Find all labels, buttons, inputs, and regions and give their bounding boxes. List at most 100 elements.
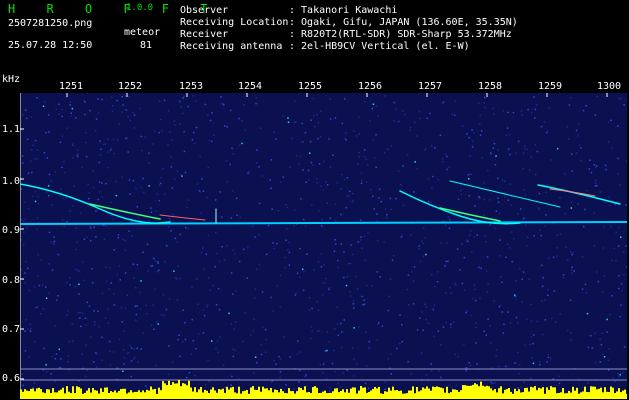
noise-speckle	[476, 363, 478, 365]
noise-speckle	[150, 265, 152, 267]
noise-speckle	[60, 188, 62, 190]
noise-speckle	[150, 211, 153, 213]
noise-speckle	[42, 284, 44, 286]
noise-speckle	[352, 303, 355, 305]
noise-speckle	[431, 187, 433, 189]
level-sample	[534, 386, 536, 399]
noise-speckle	[475, 299, 477, 302]
level-sample	[76, 386, 78, 399]
noise-speckle	[384, 95, 386, 97]
noise-speckle	[322, 189, 325, 191]
noise-speckle	[502, 332, 505, 334]
noise-speckle	[122, 349, 125, 351]
noise-speckle	[412, 280, 415, 282]
level-sample	[362, 387, 364, 399]
noise-speckle	[594, 362, 597, 364]
noise-speckle	[360, 236, 362, 238]
noise-speckle	[132, 179, 135, 182]
level-sample	[540, 388, 542, 399]
noise-speckle	[623, 346, 626, 348]
noise-speckle	[364, 259, 366, 262]
level-sample	[618, 388, 620, 399]
noise-speckle	[112, 218, 114, 220]
noise-speckle	[511, 260, 513, 263]
level-sample	[224, 392, 226, 399]
noise-speckle	[334, 370, 336, 373]
level-sample	[264, 388, 266, 399]
noise-speckle	[279, 358, 282, 360]
level-sample	[206, 390, 208, 399]
noise-speckle	[258, 233, 260, 236]
level-sample	[564, 393, 566, 399]
noise-speckle	[478, 266, 480, 269]
noise-speckle	[439, 344, 442, 346]
noise-speckle	[123, 357, 126, 359]
noise-speckle	[353, 375, 355, 377]
noise-speckle	[157, 271, 159, 273]
noise-speckle	[314, 125, 316, 128]
noise-speckle	[207, 304, 209, 306]
noise-speckle	[411, 270, 413, 273]
level-sample	[282, 391, 284, 399]
noise-speckle	[236, 214, 238, 216]
noise-speckle	[571, 170, 573, 172]
noise-speckle	[606, 318, 608, 321]
noise-speckle	[475, 322, 477, 324]
noise-speckle	[378, 188, 381, 190]
noise-speckle	[600, 344, 603, 346]
noise-speckle	[523, 381, 525, 384]
noise-speckle	[195, 347, 197, 350]
noise-speckle	[341, 173, 343, 176]
noise-speckle	[418, 248, 420, 250]
noise-speckle	[48, 173, 51, 176]
noise-speckle	[465, 367, 468, 369]
level-sample	[306, 392, 308, 399]
noise-speckle	[43, 347, 45, 350]
level-sample	[136, 391, 138, 399]
noise-speckle	[111, 96, 113, 99]
noise-speckle	[495, 210, 498, 212]
noise-speckle	[575, 152, 578, 154]
level-sample	[616, 391, 618, 399]
noise-speckle	[332, 154, 334, 156]
noise-speckle	[40, 259, 42, 261]
level-sample	[550, 386, 552, 399]
noise-speckle	[101, 359, 103, 361]
noise-speckle	[84, 317, 87, 319]
level-sample	[574, 390, 576, 399]
noise-speckle	[425, 147, 427, 149]
noise-speckle	[577, 203, 579, 205]
level-sample	[502, 393, 504, 399]
level-sample	[496, 392, 498, 399]
noise-speckle	[559, 197, 561, 199]
level-sample	[598, 388, 600, 399]
noise-speckle	[594, 114, 597, 116]
noise-speckle	[107, 322, 110, 325]
noise-speckle	[22, 114, 24, 116]
noise-speckle	[375, 134, 377, 136]
info-value-observer: : Takanori Kawachi	[289, 5, 398, 16]
noise-speckle	[475, 326, 478, 329]
noise-speckle	[454, 282, 456, 285]
level-sample	[602, 392, 604, 399]
noise-speckle	[252, 330, 255, 332]
noise-speckle	[231, 190, 234, 192]
noise-speckle	[246, 277, 249, 279]
noise-speckle	[283, 336, 286, 338]
noise-speckle	[586, 189, 588, 192]
noise-speckle	[594, 332, 596, 335]
noise-speckle	[539, 229, 541, 231]
noise-speckle	[98, 191, 101, 193]
noise-speckle	[220, 103, 223, 105]
level-sample	[20, 389, 22, 399]
noise-speckle	[234, 321, 237, 323]
noise-speckle	[179, 123, 181, 125]
noise-speckle	[97, 98, 99, 100]
noise-speckle	[520, 110, 523, 112]
noise-speckle	[565, 246, 567, 249]
noise-speckle	[360, 182, 363, 184]
noise-speckle	[55, 108, 57, 110]
noise-speckle	[148, 152, 150, 154]
noise-speckle	[498, 306, 501, 308]
noise-speckle	[293, 388, 295, 390]
